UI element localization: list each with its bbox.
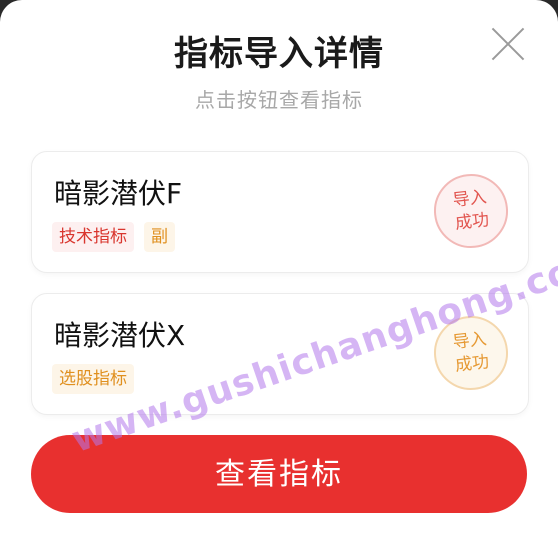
indicator-name: 暗影潜伏F [54, 177, 183, 210]
stamp-line-2: 成功 [454, 352, 491, 376]
tag-type: 选股指标 [52, 364, 134, 394]
success-stamp: 导入 成功 [430, 170, 512, 252]
indicator-tags: 技术指标 副 [52, 222, 175, 252]
indicator-card: 暗影潜伏F 技术指标 副 导入 成功 [31, 151, 529, 273]
tag-type: 技术指标 [52, 222, 134, 252]
dialog-subtitle: 点击按钮查看指标 [195, 88, 363, 112]
success-stamp: 导入 成功 [430, 312, 512, 394]
import-details-dialog: 指标导入详情 点击按钮查看指标 暗影潜伏F 技术指标 副 导入 成功 暗影潜伏X… [0, 0, 558, 560]
indicator-name: 暗影潜伏X [54, 319, 186, 352]
stamp-line-2: 成功 [454, 210, 491, 234]
indicator-tags: 选股指标 [52, 364, 134, 394]
view-indicators-button[interactable]: 查看指标 [31, 435, 527, 513]
tag-sub: 副 [144, 222, 175, 252]
close-icon[interactable] [490, 26, 526, 62]
indicator-card: 暗影潜伏X 选股指标 导入 成功 [31, 293, 529, 415]
dialog-title: 指标导入详情 [174, 34, 384, 74]
